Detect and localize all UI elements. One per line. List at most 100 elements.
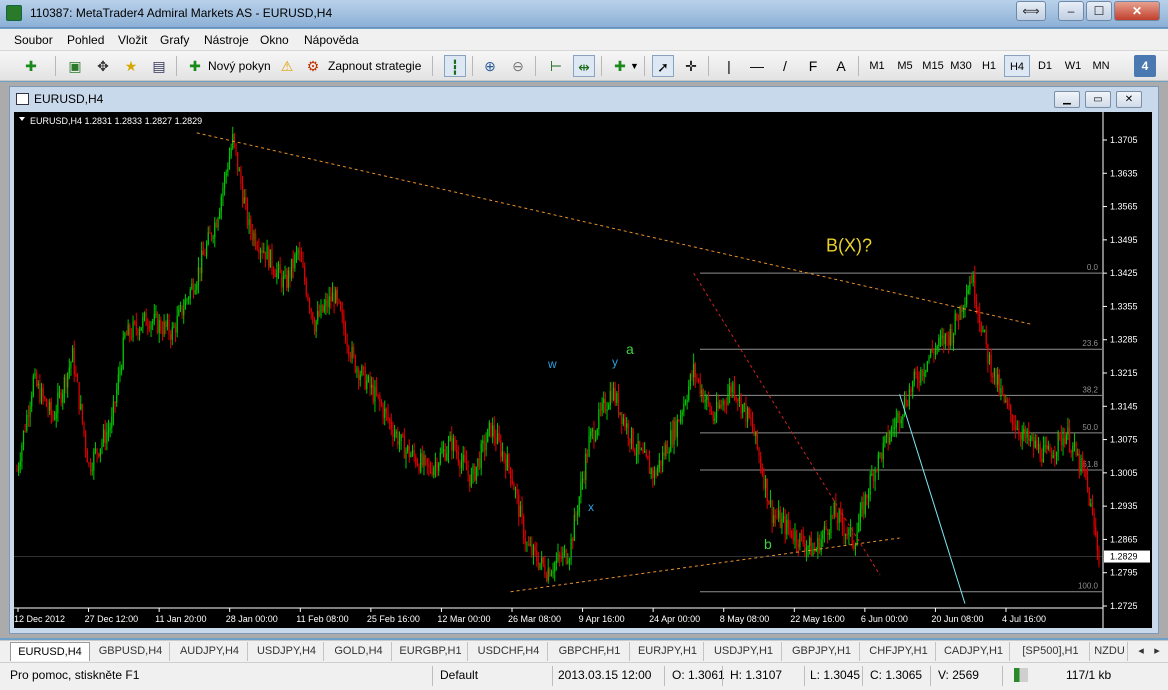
candle-body [729, 386, 731, 395]
timeframe-m5[interactable]: M5 [892, 55, 918, 77]
candle-body [421, 453, 423, 466]
candle-body [709, 403, 711, 413]
autoscroll-icon[interactable]: ⇹ [573, 55, 595, 77]
candle-body [1039, 444, 1041, 459]
trendline-tool[interactable]: / [774, 55, 796, 77]
auto-trading-button[interactable]: Zapnout strategie [328, 55, 421, 77]
chart-close-button[interactable]: ✕ [1116, 91, 1142, 108]
market-watch-icon[interactable]: ▣ [64, 55, 86, 77]
text-tool[interactable]: A [830, 55, 852, 77]
candle-body [572, 538, 574, 541]
candle-body [276, 269, 278, 278]
restore-down-icon[interactable]: ⟺ [1016, 1, 1046, 21]
tab-scroll-left-icon[interactable]: ◂ [1134, 642, 1148, 661]
fibonacci-tool[interactable]: F [802, 55, 824, 77]
candle-body [794, 531, 796, 541]
menu-nastroje[interactable]: Nástroje [204, 33, 249, 47]
candle-body [779, 510, 781, 528]
terminal-icon[interactable]: ▤ [148, 55, 170, 77]
timeframe-m15[interactable]: M15 [920, 55, 946, 77]
candle-body [529, 544, 531, 546]
expert-advisor-icon[interactable]: ⚙ [302, 55, 324, 77]
tab-eurgbp-h1[interactable]: EURGBP,H1 [394, 642, 468, 661]
candle-body [614, 387, 616, 403]
timeframe-w1[interactable]: W1 [1060, 55, 1086, 77]
candle-body [22, 430, 25, 446]
candle-body [714, 417, 716, 421]
tab-gbpjpy-h1[interactable]: GBPJPY,H1 [784, 642, 860, 661]
tab-gbpusd-h4[interactable]: GBPUSD,H4 [92, 642, 170, 661]
candle-body [393, 433, 396, 437]
chart-shift-icon[interactable]: ⊢ [545, 55, 567, 77]
candle-body [1090, 503, 1092, 506]
tab-eurusd-h4[interactable]: EURUSD,H4 [10, 642, 90, 661]
tab-usdjpy-h1[interactable]: USDJPY,H1 [706, 642, 782, 661]
candle-body [70, 362, 72, 368]
tab-usdjpy-h4[interactable]: USDJPY,H4 [250, 642, 324, 661]
candle-body [375, 386, 378, 395]
menu-napoveda[interactable]: Nápověda [304, 33, 359, 47]
horizontal-line-tool[interactable]: — [746, 55, 768, 77]
candle-body [210, 233, 213, 239]
new-order-icon[interactable]: ✚ [184, 55, 206, 77]
favorites-star-icon[interactable]: ★ [120, 55, 142, 77]
tab-scroll-right-icon[interactable]: ▸ [1150, 642, 1164, 661]
timeframe-m1[interactable]: M1 [864, 55, 890, 77]
maximize-button[interactable]: ☐ [1086, 1, 1112, 21]
zoom-out-icon[interactable]: ⊖ [507, 55, 529, 77]
menu-pohled[interactable]: Pohled [67, 33, 104, 47]
candle-body [116, 389, 118, 403]
candle-body [678, 419, 680, 422]
timeframe-mn[interactable]: MN [1088, 55, 1114, 77]
new-chart-icon[interactable]: ✚ [20, 55, 42, 77]
notification-badge[interactable]: 4 [1134, 55, 1156, 77]
warning-icon[interactable]: ⚠ [276, 55, 298, 77]
menu-soubor[interactable]: Soubor [14, 33, 53, 47]
vertical-line-tool[interactable]: | [718, 55, 740, 77]
tab-eurjpy-h1[interactable]: EURJPY,H1 [632, 642, 704, 661]
candle-body [354, 355, 356, 372]
candle-body [1008, 404, 1010, 406]
price-axis: 1.3705 1.3635 1.3565 1.3495 1.3425 1.3355 1.32… [14, 135, 1150, 611]
cursor-arrow-icon[interactable]: ➚ [652, 55, 674, 77]
indicators-icon[interactable]: ✚ [609, 55, 631, 77]
candle-body [578, 496, 580, 513]
menu-grafy[interactable]: Grafy [160, 33, 189, 47]
info-dropdown-icon[interactable] [19, 117, 25, 121]
candle-body [119, 370, 121, 375]
tab-usdchf-h4[interactable]: USDCHF,H4 [470, 642, 548, 661]
tab-cadjpy-h1[interactable]: CADJPY,H1 [938, 642, 1010, 661]
minimize-button[interactable]: – [1058, 1, 1084, 21]
price-chart[interactable]: 0.0 23.6 38.2 50.0 61.8 100.0 1.3705 1.3635 1.3… [14, 112, 1152, 628]
candle-body [970, 281, 973, 283]
indicators-dropdown-icon[interactable]: ▼ [630, 55, 639, 77]
tab-gbpchf-h1[interactable]: GBPCHF,H1 [550, 642, 630, 661]
close-button[interactable]: ✕ [1114, 1, 1160, 21]
menu-vlozit[interactable]: Vložit [118, 33, 147, 47]
timeframe-m30[interactable]: M30 [948, 55, 974, 77]
crosshair-icon[interactable]: ✛ [680, 55, 702, 77]
navigator-icon[interactable]: ✥ [92, 55, 114, 77]
zoom-in-icon[interactable]: ⊕ [479, 55, 501, 77]
candle-body [993, 368, 995, 377]
timeframe-h1[interactable]: H1 [976, 55, 1002, 77]
candle-body [621, 412, 623, 424]
candle-body [683, 403, 685, 413]
candle-body [939, 337, 942, 339]
bar-chart-icon[interactable]: ┇ [444, 55, 466, 77]
new-order-button[interactable]: Nový pokyn [208, 55, 271, 77]
tab-sp500-h1[interactable]: [SP500],H1 [1012, 642, 1090, 661]
tab-gold-h4[interactable]: GOLD,H4 [326, 642, 392, 661]
timeframe-h4[interactable]: H4 [1004, 55, 1030, 77]
tab-chfjpy-h1[interactable]: CHFJPY,H1 [862, 642, 936, 661]
candle-body [768, 501, 770, 505]
timeframe-d1[interactable]: D1 [1032, 55, 1058, 77]
candle-body [60, 392, 62, 403]
chart-minimize-button[interactable]: ▁ [1054, 91, 1080, 108]
menu-okno[interactable]: Okno [260, 33, 289, 47]
tab-audjpy-h4[interactable]: AUDJPY,H4 [172, 642, 248, 661]
chart-canvas[interactable]: 0.023.638.250.061.8100.0 1.37051.36351.3… [14, 112, 1152, 628]
chart-maximize-button[interactable]: ▭ [1085, 91, 1111, 108]
tab-nzdusd[interactable]: NZDU [1092, 642, 1128, 661]
connection-status-icon[interactable] [1014, 668, 1028, 682]
